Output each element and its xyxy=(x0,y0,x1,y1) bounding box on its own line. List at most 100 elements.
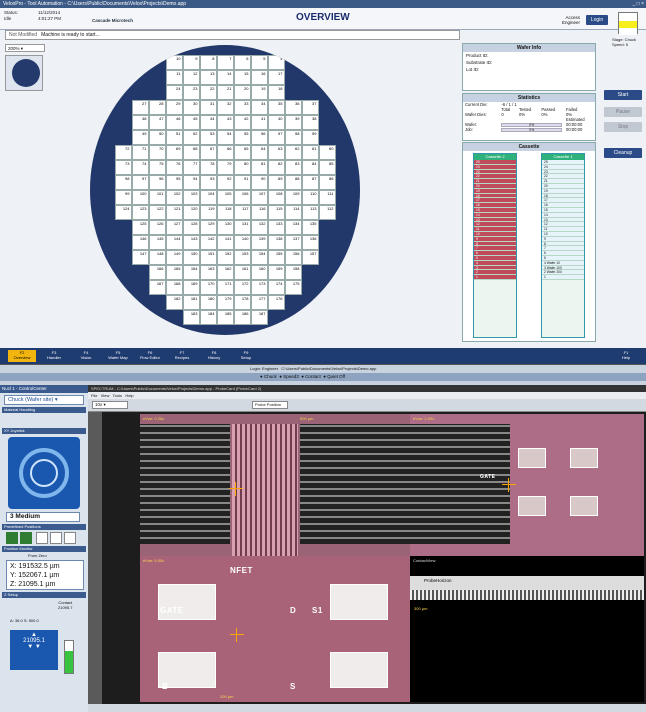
die-cell[interactable]: 35 xyxy=(267,100,285,115)
die-cell[interactable]: 24 xyxy=(165,85,183,100)
zoom-select-spectrum[interactable]: 10x ▾ xyxy=(92,401,128,409)
z-setup-header[interactable]: Z Setup xyxy=(2,592,86,598)
die-cell[interactable]: 156 xyxy=(284,250,302,265)
die-cell[interactable]: 50 xyxy=(148,130,166,145)
die-cell[interactable]: 79 xyxy=(216,160,234,175)
die-cell[interactable]: 185 xyxy=(216,310,234,325)
die-cell[interactable]: 101 xyxy=(148,190,166,205)
die-cell[interactable]: 80 xyxy=(233,160,251,175)
die-cell[interactable]: 116 xyxy=(250,205,268,220)
die-cell[interactable]: 14 xyxy=(216,70,234,85)
cassette-slot[interactable]: 1 xyxy=(542,275,584,280)
die-cell[interactable]: 153 xyxy=(233,250,251,265)
die-cell[interactable]: 32 xyxy=(216,100,234,115)
die-cell[interactable]: 53 xyxy=(199,130,217,145)
die-cell[interactable]: 161 xyxy=(233,265,251,280)
die-cell[interactable]: 182 xyxy=(165,295,183,310)
pause-button[interactable]: Pause xyxy=(604,107,642,117)
die-cell[interactable]: 19 xyxy=(250,85,268,100)
die-cell[interactable]: 82 xyxy=(267,160,285,175)
die-cell[interactable]: 169 xyxy=(182,280,200,295)
die-cell[interactable]: 66 xyxy=(216,145,234,160)
die-cell[interactable]: 16 xyxy=(250,70,268,85)
die-cell[interactable]: 43 xyxy=(216,115,234,130)
die-cell[interactable]: 75 xyxy=(148,160,166,175)
die-cell[interactable]: 106 xyxy=(233,190,251,205)
die-cell[interactable]: 10 xyxy=(165,55,183,70)
die-cell[interactable]: 130 xyxy=(216,220,234,235)
die-cell[interactable]: 40 xyxy=(267,115,285,130)
die-cell[interactable]: 174 xyxy=(267,280,285,295)
die-cell[interactable]: 107 xyxy=(250,190,268,205)
die-cell[interactable]: 45 xyxy=(182,115,200,130)
die-cell[interactable]: 86 xyxy=(318,175,336,190)
die-cell[interactable]: 47 xyxy=(148,115,166,130)
die-cell[interactable]: 92 xyxy=(216,175,234,190)
die-cell[interactable]: 76 xyxy=(165,160,183,175)
die-cell[interactable]: 96 xyxy=(148,175,166,190)
die-cell[interactable]: 22 xyxy=(199,85,217,100)
die-cell[interactable]: 105 xyxy=(216,190,234,205)
die-cell[interactable]: 99 xyxy=(114,190,132,205)
die-cell[interactable]: 126 xyxy=(148,220,166,235)
view-evue-3[interactable]: GATE NFET D S1 B S eVue: 5.00x 200 µm xyxy=(140,556,410,702)
die-cell[interactable]: 181 xyxy=(182,295,200,310)
fkey-flow-editor[interactable]: F6 Flow Editor xyxy=(136,350,164,362)
die-cell[interactable]: 141 xyxy=(216,235,234,250)
xy-joystick[interactable] xyxy=(8,437,80,509)
die-cell[interactable]: 177 xyxy=(250,295,268,310)
die-cell[interactable]: 155 xyxy=(267,250,285,265)
cleanup-button[interactable]: Cleanup xyxy=(604,148,642,158)
die-cell[interactable]: 70 xyxy=(148,145,166,160)
die-cell[interactable]: 111 xyxy=(318,190,336,205)
die-cell[interactable]: 158 xyxy=(284,265,302,280)
die-cell[interactable]: 100 xyxy=(131,190,149,205)
login-button[interactable]: Login xyxy=(586,15,608,25)
die-cell[interactable]: 109 xyxy=(284,190,302,205)
die-cell[interactable]: 166 xyxy=(148,265,166,280)
zoom-select[interactable]: 200% ▾ xyxy=(5,44,45,52)
fkey-overview[interactable]: F2 Overview xyxy=(8,350,36,362)
die-cell[interactable]: 146 xyxy=(131,235,149,250)
die-cell[interactable]: 144 xyxy=(165,235,183,250)
die-cell[interactable]: 21 xyxy=(216,85,234,100)
die-cell[interactable]: 88 xyxy=(284,175,302,190)
die-cell[interactable]: 91 xyxy=(233,175,251,190)
die-cell[interactable]: 149 xyxy=(165,250,183,265)
die-cell[interactable]: 68 xyxy=(182,145,200,160)
fkey-handler[interactable]: F3 Handler xyxy=(40,350,68,362)
view-contactview[interactable]: ContactView ProbeHorizon 300 µm xyxy=(410,556,644,702)
die-cell[interactable]: 152 xyxy=(216,250,234,265)
die-cell[interactable]: 63 xyxy=(267,145,285,160)
die-cell[interactable]: 81 xyxy=(250,160,268,175)
die-cell[interactable]: 28 xyxy=(148,100,166,115)
predefined-positions-header[interactable]: Predefined Positions xyxy=(2,524,86,530)
die-cell[interactable]: 113 xyxy=(301,205,319,220)
die-cell[interactable]: 13 xyxy=(199,70,217,85)
die-cell[interactable]: 69 xyxy=(165,145,183,160)
die-cell[interactable]: 36 xyxy=(284,100,302,115)
die-cell[interactable]: 102 xyxy=(165,190,183,205)
die-cell[interactable]: 151 xyxy=(199,250,217,265)
die-cell[interactable]: 51 xyxy=(165,130,183,145)
die-cell[interactable]: 57 xyxy=(267,130,285,145)
die-cell[interactable]: 5 xyxy=(250,55,268,70)
die-cell[interactable]: 67 xyxy=(199,145,217,160)
menu-file[interactable]: File xyxy=(91,393,97,398)
die-cell[interactable]: 154 xyxy=(250,250,268,265)
die-cell[interactable]: 123 xyxy=(131,205,149,220)
die-cell[interactable]: 187 xyxy=(250,310,268,325)
die-cell[interactable]: 73 xyxy=(114,160,132,175)
die-cell[interactable]: 61 xyxy=(301,145,319,160)
die-cell[interactable]: 139 xyxy=(250,235,268,250)
wafer-thumbnail[interactable] xyxy=(5,55,43,91)
die-cell[interactable]: 124 xyxy=(114,205,132,220)
die-cell[interactable]: 97 xyxy=(131,175,149,190)
die-cell[interactable]: 108 xyxy=(267,190,285,205)
die-cell[interactable]: 72 xyxy=(114,145,132,160)
die-cell[interactable]: 136 xyxy=(301,235,319,250)
die-cell[interactable]: 164 xyxy=(182,265,200,280)
die-cell[interactable]: 27 xyxy=(131,100,149,115)
die-cell[interactable]: 6 xyxy=(233,55,251,70)
die-cell[interactable]: 117 xyxy=(233,205,251,220)
